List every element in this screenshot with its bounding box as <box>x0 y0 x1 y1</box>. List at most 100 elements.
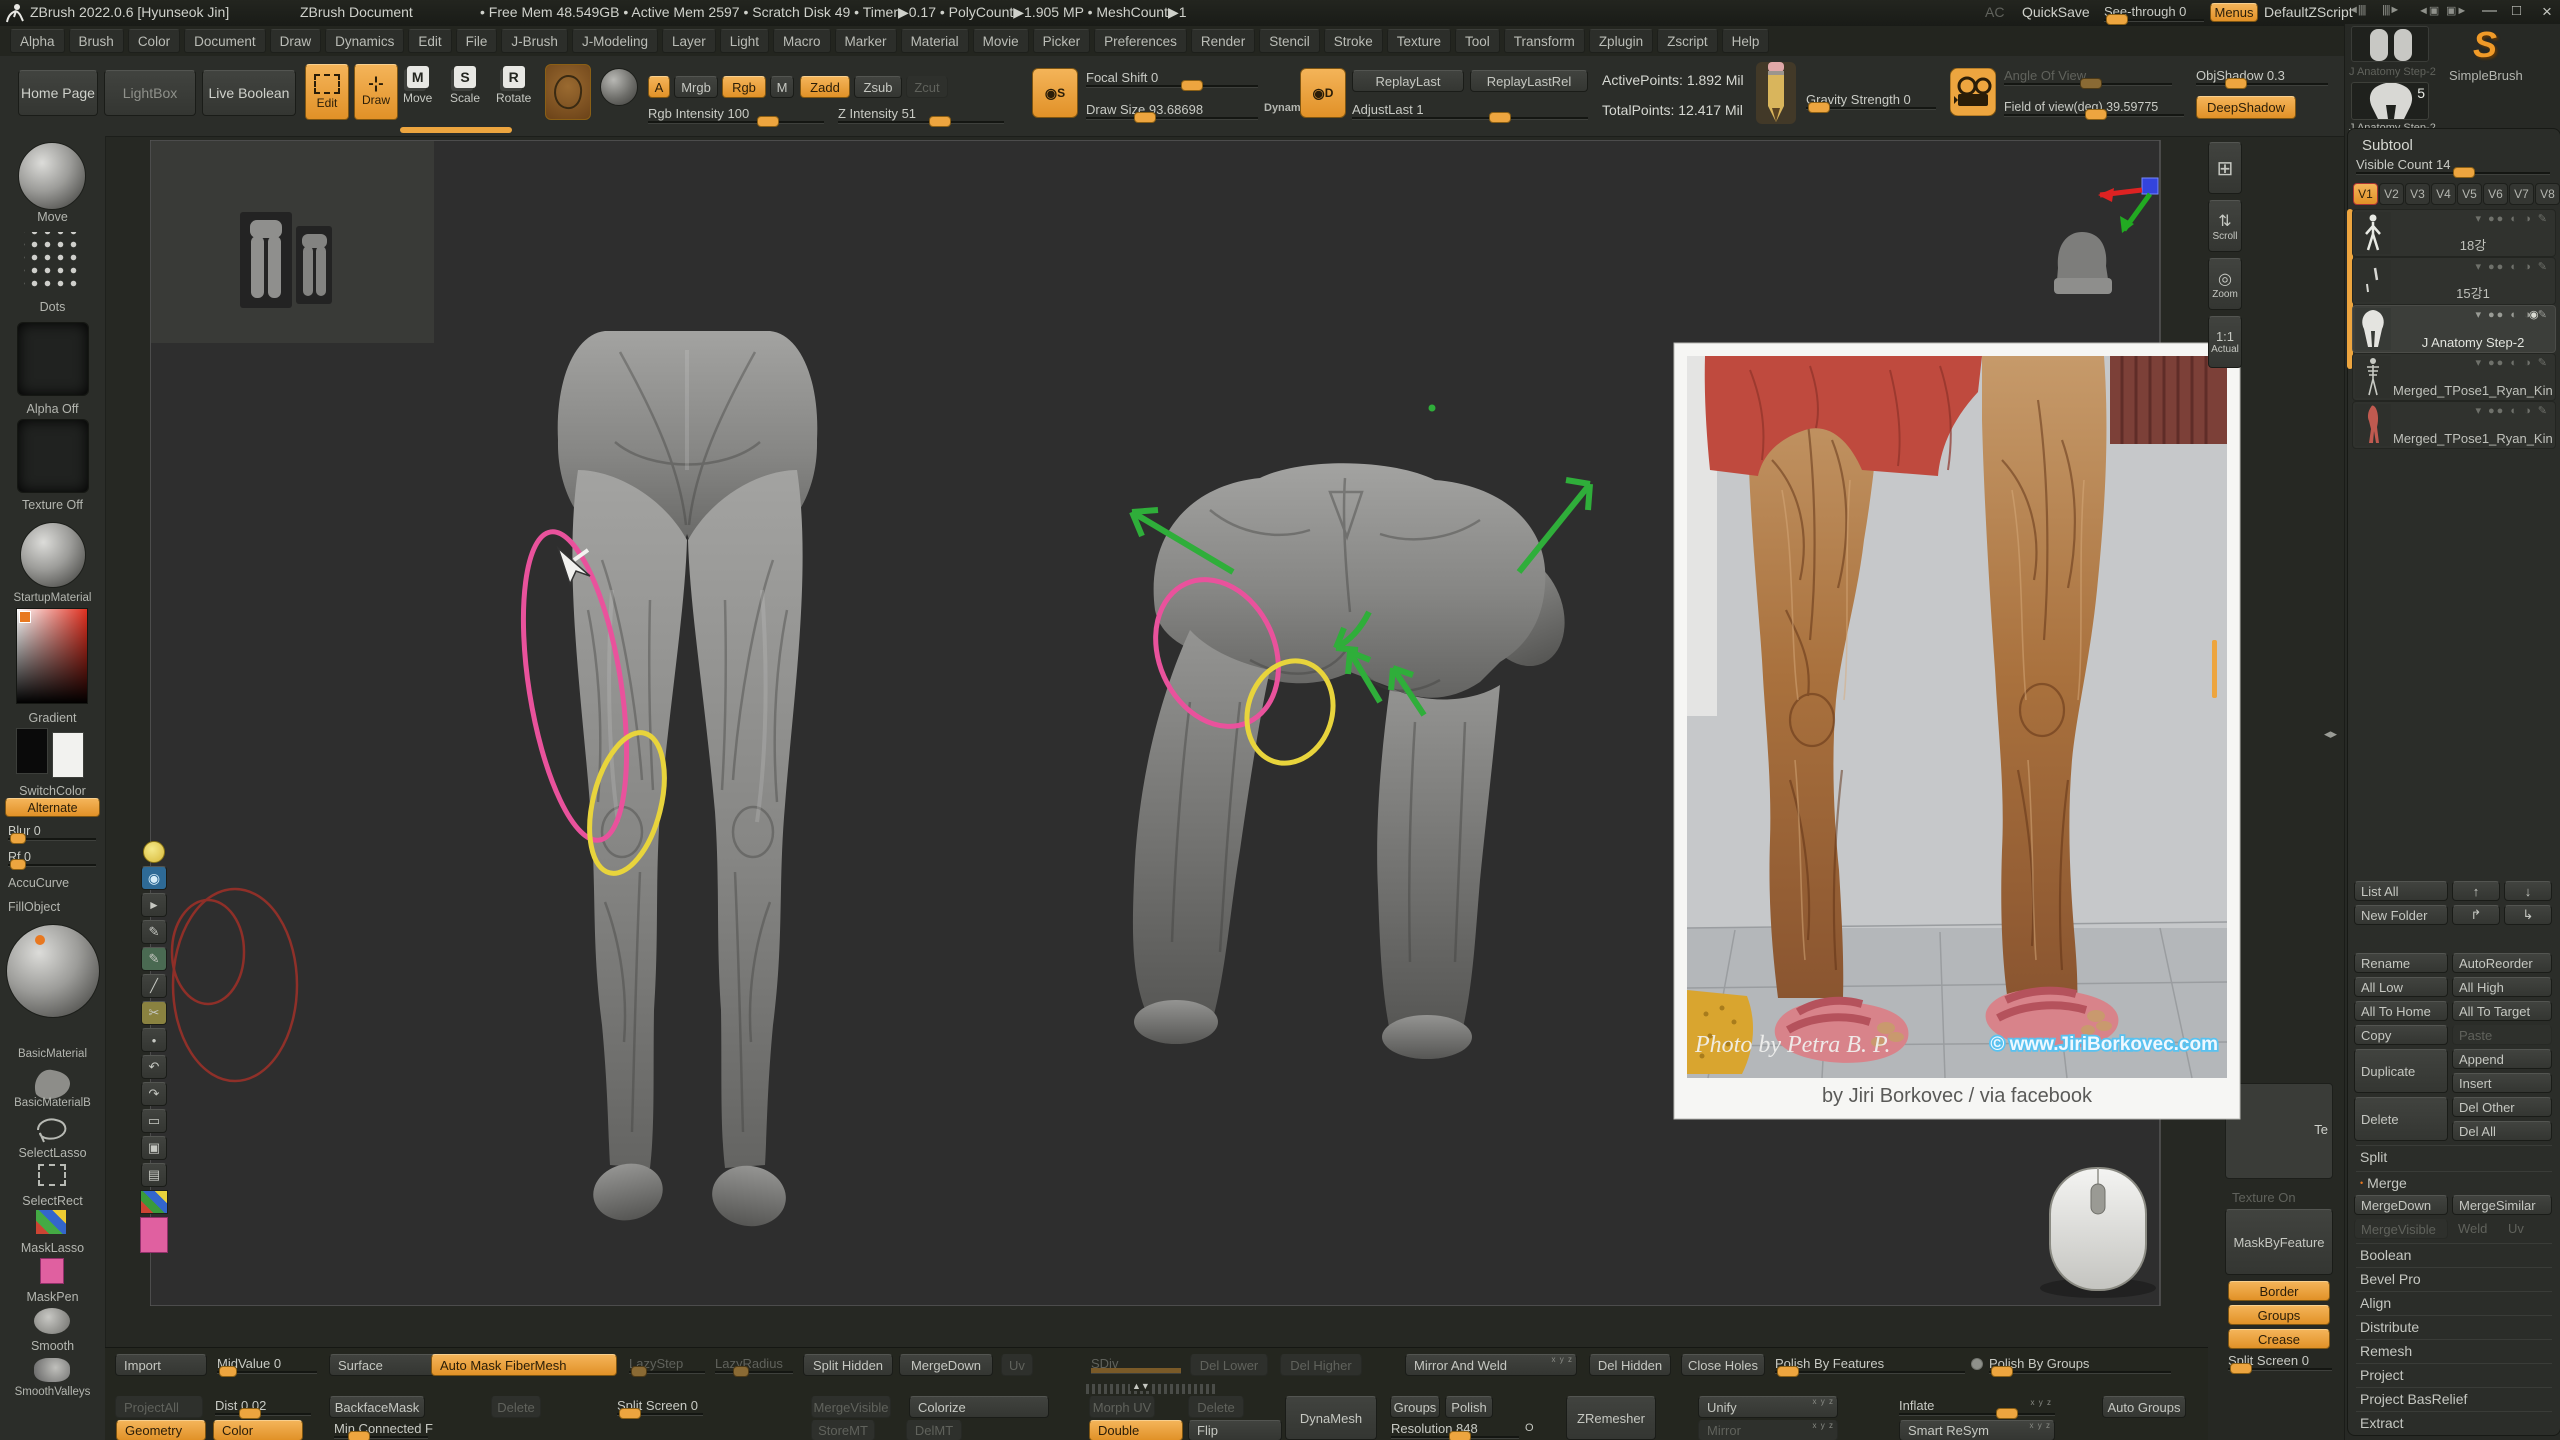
fov-slider[interactable]: Field of view(deg) 39.59775 <box>2004 100 2184 114</box>
split-screen-slider-side[interactable]: Split Screen 0 <box>2228 1353 2332 1368</box>
undo-icon[interactable]: ↶ <box>141 1055 167 1079</box>
close-button[interactable]: × <box>2542 2 2552 22</box>
menu-alpha[interactable]: Alpha <box>10 29 65 53</box>
uv-toggle[interactable]: Uv <box>2508 1221 2524 1236</box>
resolution-ring-icon[interactable]: O <box>1525 1422 1534 1434</box>
rename-button[interactable]: Rename <box>2354 953 2448 973</box>
panel-right-icon[interactable]: ▣► <box>2446 4 2467 17</box>
distribute-section[interactable]: Distribute <box>2356 1315 2552 1337</box>
z-intensity-slider[interactable]: Z Intensity 51 <box>838 106 1004 121</box>
draw-button[interactable]: -¦- Draw <box>354 64 398 120</box>
move-down-button[interactable]: ↓ <box>2504 881 2552 901</box>
menu-help[interactable]: Help <box>1722 29 1770 53</box>
draw-size-slider[interactable]: Draw Size 93.68698 <box>1086 102 1258 117</box>
menu-zplugin[interactable]: Zplugin <box>1589 29 1653 53</box>
tool-slot-2[interactable]: 5 <box>2351 82 2429 120</box>
trash-icon[interactable]: ▭ <box>141 1109 167 1133</box>
color-picker[interactable] <box>16 608 88 704</box>
canvas-document[interactable]: Photo by Petra B. P. © www.JiriBorkovec.… <box>150 140 2340 1306</box>
live-boolean-button[interactable]: Live Boolean <box>202 70 296 116</box>
merge-down-button-bottom[interactable]: MergeDown <box>899 1354 993 1376</box>
canvas-scroll-indicator[interactable] <box>2212 640 2217 698</box>
mirror-button[interactable]: Mirrorx y z <box>1698 1420 1838 1440</box>
remesh-section[interactable]: Remesh <box>2356 1339 2552 1361</box>
tab-v2[interactable]: V2 <box>2379 183 2404 205</box>
dot-tool-icon[interactable]: • <box>141 1028 167 1052</box>
cursor-tool-icon[interactable]: ► <box>141 893 167 917</box>
project-basrelief-section[interactable]: Project BasRelief <box>2356 1387 2552 1409</box>
all-low-button[interactable]: All Low <box>2354 977 2448 997</box>
draw-size-dynamic-icon[interactable]: ◉D <box>1300 68 1346 118</box>
insert-button[interactable]: Insert <box>2452 1073 2552 1093</box>
actual-button[interactable]: 1:1Actual <box>2208 316 2242 368</box>
gravity-strength-slider[interactable]: Gravity Strength 0 <box>1806 92 1936 107</box>
colorize-button[interactable]: Colorize <box>909 1396 1049 1418</box>
extract-section[interactable]: Extract <box>2356 1411 2552 1433</box>
menu-edit[interactable]: Edit <box>408 29 451 53</box>
panel-left-icon[interactable]: ◄▣ <box>2418 4 2439 17</box>
merge-down-button[interactable]: MergeDown <box>2354 1195 2448 1215</box>
mask-pen-icon[interactable] <box>40 1258 64 1284</box>
del-other-button[interactable]: Del Other <box>2452 1097 2552 1117</box>
lazyradius-slider[interactable]: LazyRadius <box>715 1356 793 1371</box>
double-button[interactable]: Double <box>1089 1420 1183 1440</box>
adjust-last-slider[interactable]: AdjustLast 1 <box>1352 102 1588 117</box>
pen-icon[interactable]: ✎ <box>141 947 167 971</box>
subtool-item[interactable]: ▾ ●● ◐ ◑ ✎ 15강1 <box>2352 257 2556 305</box>
menu-transform[interactable]: Transform <box>1504 29 1585 53</box>
merge-visible-button[interactable]: MergeVisible <box>2354 1219 2448 1239</box>
line-tool-icon[interactable]: ╱ <box>141 974 167 998</box>
menu-layer[interactable]: Layer <box>662 29 716 53</box>
scroll-button[interactable]: ⇅Scroll <box>2208 200 2242 252</box>
home-page-button[interactable]: Home Page <box>18 70 98 116</box>
pen-add-icon[interactable]: ✎ <box>141 920 167 944</box>
menu-macro[interactable]: Macro <box>773 29 831 53</box>
menu-movie[interactable]: Movie <box>973 29 1029 53</box>
simplebrush-logo[interactable]: S <box>2473 24 2497 66</box>
main-color-swatch[interactable] <box>16 728 48 774</box>
menu-jbrush[interactable]: J-Brush <box>501 29 568 53</box>
subtool-item-selected[interactable]: ▾ ●● ◐ ◑ ✎ ◉ J Anatomy Step-2 <box>2352 305 2556 353</box>
menus-button[interactable]: Menus <box>2210 3 2258 22</box>
tab-v4[interactable]: V4 <box>2431 183 2456 205</box>
delete-button-row2[interactable]: Delete <box>491 1396 541 1418</box>
stroke-dots-thumbnail[interactable] <box>24 232 80 288</box>
select-lasso-icon[interactable] <box>34 1116 70 1144</box>
all-to-target-button[interactable]: All To Target <box>2452 1001 2552 1021</box>
polish-features-mode-dot[interactable] <box>1971 1358 1983 1370</box>
tab-v5[interactable]: V5 <box>2457 183 2482 205</box>
menu-texture[interactable]: Texture <box>1387 29 1451 53</box>
polish-button[interactable]: Polish <box>1445 1396 1493 1418</box>
mask-color-icon[interactable] <box>140 1217 168 1253</box>
palette-icon[interactable] <box>140 1190 168 1214</box>
menu-stroke[interactable]: Stroke <box>1324 29 1383 53</box>
merge-visible-button-bottom[interactable]: MergeVisible <box>811 1396 891 1418</box>
move-into-folder-button[interactable]: ↳ <box>2504 905 2552 925</box>
a-toggle[interactable]: A <box>648 76 670 98</box>
frame-icon[interactable]: ▣ <box>141 1136 167 1160</box>
list-icon[interactable]: ▤ <box>141 1163 167 1187</box>
restore-button[interactable]: □ <box>2512 2 2521 19</box>
thumbnail-grid-button[interactable]: ⊞ <box>2208 142 2242 194</box>
tab-v7[interactable]: V7 <box>2509 183 2534 205</box>
subtool-item[interactable]: ▾ ●● ◐ ◑ ✎ Merged_TPose1_Ryan_Kingslien <box>2352 353 2556 401</box>
store-mt-button[interactable]: StoreMT <box>811 1420 875 1440</box>
copy-button[interactable]: Copy <box>2354 1025 2448 1045</box>
alpha-off-thumbnail[interactable] <box>17 322 89 396</box>
align-section[interactable]: Align <box>2356 1291 2552 1313</box>
focal-shift-slider[interactable]: Focal Shift 0 <box>1086 70 1258 85</box>
knife-icon[interactable]: ✂ <box>141 1001 167 1025</box>
divider-right-icon[interactable]: ||||► <box>2382 4 2399 16</box>
angle-of-view-icon[interactable] <box>1950 68 1996 116</box>
weld-toggle[interactable]: Weld <box>2458 1221 2487 1236</box>
auto-mask-fibermesh-button[interactable]: Auto Mask FiberMesh <box>431 1354 617 1376</box>
midvalue-slider[interactable]: MidValue 0 <box>217 1356 317 1371</box>
del-lower-button[interactable]: Del Lower <box>1190 1354 1268 1376</box>
zsub-toggle[interactable]: Zsub <box>854 76 902 98</box>
move-to-folder-button[interactable]: ↱ <box>2452 905 2500 925</box>
smart-resym-button[interactable]: Smart ReSymx y z <box>1899 1420 2055 1440</box>
current-brush-thumbnail[interactable] <box>545 64 591 120</box>
focal-shift-icon[interactable]: ◉S <box>1032 68 1078 118</box>
auto-groups-button[interactable]: Auto Groups <box>2102 1396 2186 1418</box>
edit-button[interactable]: Edit <box>305 64 349 120</box>
